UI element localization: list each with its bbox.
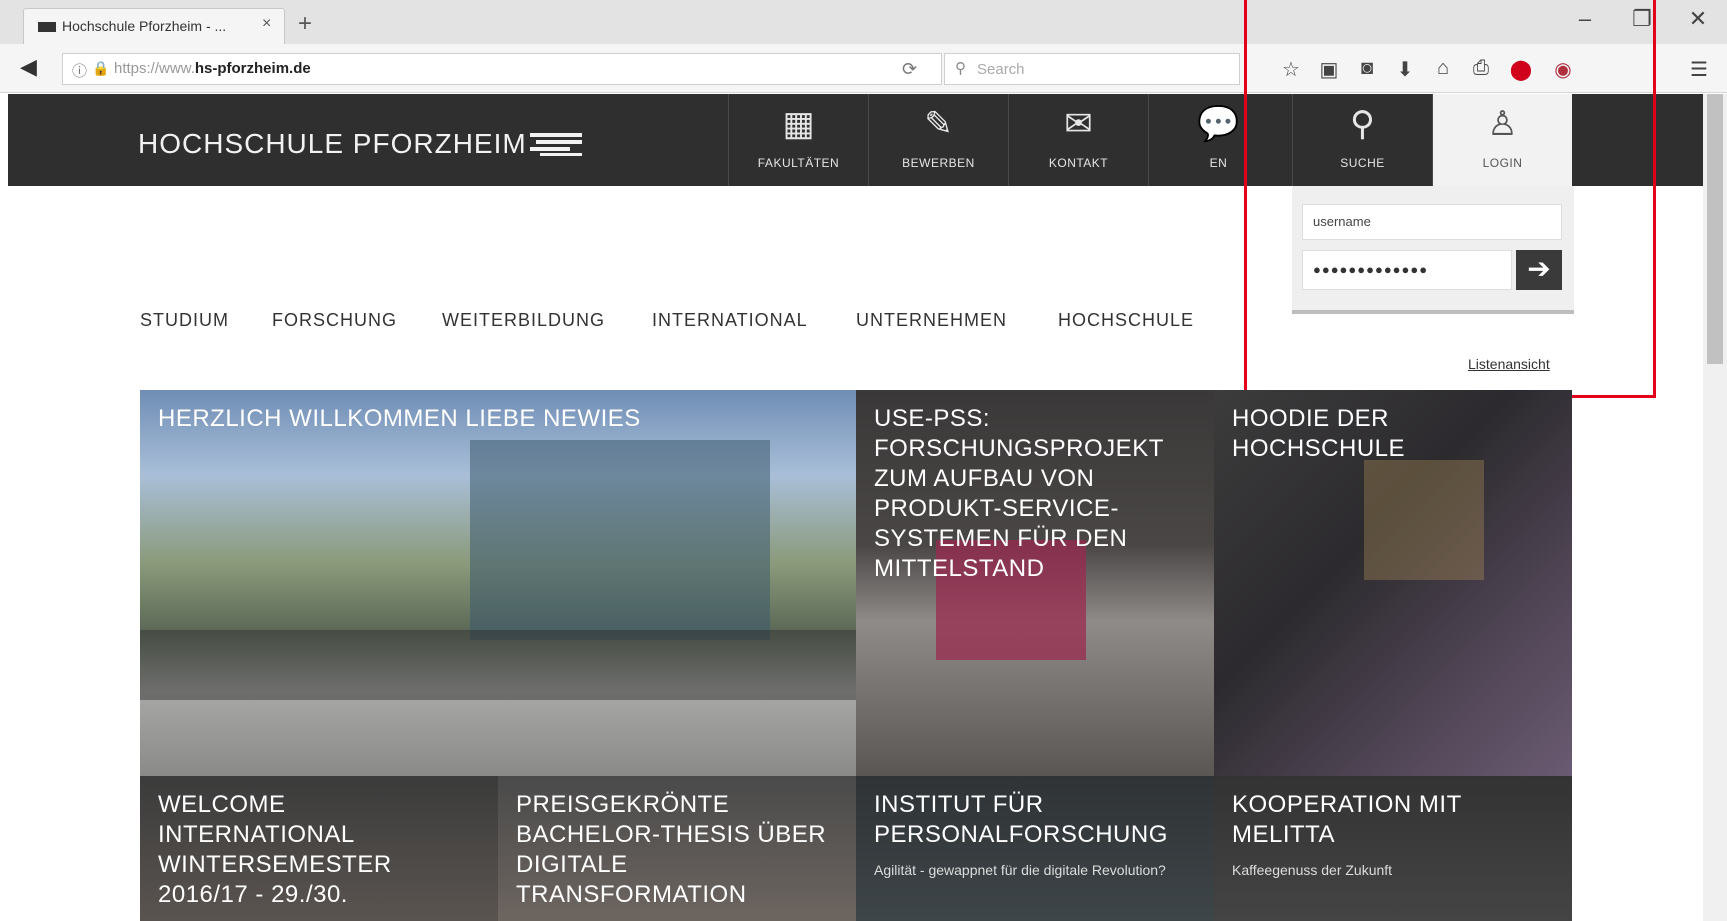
favicon-icon [38, 22, 56, 32]
tile-photo-crowd [140, 630, 856, 700]
main-nav-weiterbildung[interactable]: WEITERBILDUNG [442, 310, 605, 331]
news-tile[interactable]: WELCOME INTERNATIONAL WINTERSEMESTER 201… [140, 776, 498, 921]
search-glass-icon: ⚲ [955, 60, 966, 77]
tile-title: KOOPERATION MIT MELITTA [1232, 791, 1462, 848]
browser-tab[interactable]: Hochschule Pforzheim - ... × [23, 8, 285, 44]
main-nav-studium[interactable]: STUDIUM [140, 310, 229, 331]
url-text[interactable]: https://www.hs-pforzheim.de [114, 60, 311, 77]
menu-icon[interactable]: ☰ [1684, 57, 1714, 82]
edit-icon: ✎ [924, 105, 953, 143]
reload-icon[interactable]: ⟳ [902, 59, 917, 80]
news-tile[interactable]: USE-PSS: FORSCHUNGSPROJEKT ZUM AUFBAU VO… [856, 390, 1214, 776]
nav-fakultaeten[interactable]: ▦ FAKULTÄTEN [728, 94, 868, 186]
tile-photo-hoodie [1364, 460, 1484, 580]
nav-label: BEWERBEN [902, 156, 975, 170]
lock-icon[interactable]: 🔒 [92, 60, 109, 77]
tab-title: Hochschule Pforzheim - ... [62, 18, 227, 34]
tile-title: HOODIE DER HOCHSCHULE [1232, 405, 1406, 462]
main-nav-hochschule[interactable]: HOCHSCHULE [1058, 310, 1194, 331]
new-tab-button[interactable]: + [298, 10, 312, 38]
nav-label: KONTAKT [1048, 156, 1109, 170]
scrollbar-thumb[interactable] [1707, 94, 1723, 364]
tile-title: PREISGEKRÖNTE BACHELOR-THESIS ÜBER DIGIT… [516, 791, 827, 908]
back-arrow-icon[interactable]: ◀ [20, 54, 37, 80]
browser-search-input[interactable]: ⚲ Search [944, 53, 1240, 85]
nav-label: FAKULTÄTEN [757, 156, 840, 170]
tile-subtitle: Kaffeegenuss der Zukunft [1232, 862, 1393, 878]
tile-title: HERZLICH WILLKOMMEN LIEBE NEWIES [158, 405, 641, 432]
news-tile[interactable]: HOODIE DER HOCHSCHULE [1214, 390, 1572, 776]
logo-mark-icon[interactable] [530, 131, 582, 157]
news-tile[interactable]: PREISGEKRÖNTE BACHELOR-THESIS ÜBER DIGIT… [498, 776, 856, 921]
envelope-icon: ✉ [1064, 105, 1093, 143]
list-view-link[interactable]: Listenansicht [1468, 356, 1550, 372]
highlight-box [1244, 0, 1656, 398]
tile-title: USE-PSS: FORSCHUNGSPROJEKT ZUM AUFBAU VO… [874, 405, 1164, 582]
main-nav-international[interactable]: INTERNATIONAL [652, 310, 808, 331]
tile-title: WELCOME INTERNATIONAL WINTERSEMESTER 201… [158, 791, 392, 908]
site-logo-text[interactable]: HOCHSCHULE PFORZHEIM [138, 128, 527, 160]
info-icon[interactable]: ⓘ [72, 60, 87, 81]
news-tile[interactable]: HERZLICH WILLKOMMEN LIEBE NEWIES [140, 390, 856, 776]
news-tile[interactable]: INSTITUT FÜR PERSONALFORSCHUNG Agilität … [856, 776, 1214, 921]
nav-bewerben[interactable]: ✎ BEWERBEN [868, 94, 1008, 186]
main-nav-forschung[interactable]: FORSCHUNG [272, 310, 397, 331]
tab-close-icon[interactable]: × [262, 15, 271, 33]
tile-subtitle: Agilität - gewappnet für die digitale Re… [874, 862, 1166, 878]
search-placeholder: Search [977, 61, 1025, 78]
nav-kontakt[interactable]: ✉ KONTAKT [1008, 94, 1148, 186]
news-tile[interactable]: KOOPERATION MIT MELITTA Kaffeegenuss der… [1214, 776, 1572, 921]
tile-title: INSTITUT FÜR PERSONALFORSCHUNG [874, 791, 1168, 848]
tile-photo-building [470, 440, 770, 640]
close-window-button[interactable]: ✕ [1678, 6, 1718, 32]
main-nav-unternehmen[interactable]: UNTERNEHMEN [856, 310, 1007, 331]
building-icon: ▦ [782, 105, 815, 143]
